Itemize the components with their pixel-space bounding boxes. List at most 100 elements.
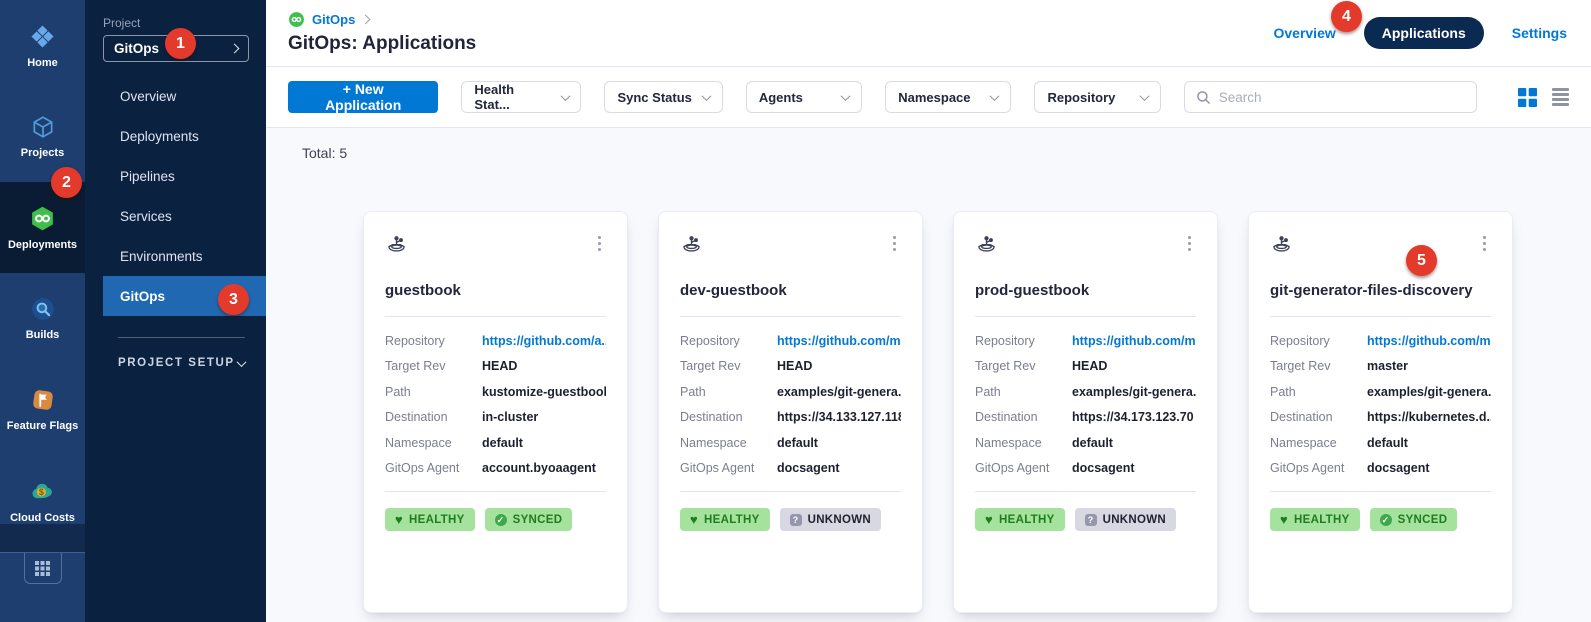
field-value: default — [777, 436, 818, 450]
filter-label: Repository — [1047, 90, 1115, 105]
filter-repository[interactable]: Repository — [1034, 81, 1160, 113]
filter-health-status[interactable]: Health Stat... — [461, 81, 581, 113]
field-label: Namespace — [975, 436, 1072, 450]
cube-icon — [30, 114, 56, 140]
divider — [1270, 491, 1491, 492]
chevron-right-icon — [230, 44, 240, 54]
sidebar-item-pipelines[interactable]: Pipelines — [103, 156, 266, 196]
field-value: examples/git-genera... — [1072, 385, 1196, 399]
field-value: HEAD — [777, 359, 812, 373]
application-icon — [385, 233, 408, 256]
application-name: prod-guestbook — [975, 282, 1196, 299]
tab-settings[interactable]: Settings — [1512, 25, 1567, 41]
field-label: Target Rev — [975, 359, 1072, 373]
sidebar-item-environments[interactable]: Environments — [103, 236, 266, 276]
svg-text:$: $ — [39, 487, 44, 497]
module-label: Deployments — [8, 239, 77, 251]
field-value: HEAD — [482, 359, 517, 373]
tab-applications[interactable]: Applications — [1364, 17, 1484, 49]
card-menu-button[interactable] — [1183, 233, 1196, 254]
heart-icon: ♥ — [395, 513, 403, 526]
application-fields: Repositoryhttps://github.com/a... Target… — [385, 328, 606, 481]
field-label: GitOps Agent — [680, 461, 777, 475]
breadcrumb-gitops-link[interactable]: GitOps — [312, 12, 355, 27]
sidebar-item-overview[interactable]: Overview — [103, 76, 266, 116]
tab-overview[interactable]: Overview — [1273, 25, 1335, 41]
field-value: examples/git-genera... — [777, 385, 901, 399]
project-setup-section[interactable]: PROJECT SETUP — [118, 357, 245, 369]
repository-link[interactable]: https://github.com/m... — [1072, 334, 1196, 348]
application-fields: Repositoryhttps://github.com/m... Target… — [1270, 328, 1491, 481]
gitops-green-icon — [288, 11, 305, 28]
sidebar-divider — [118, 337, 245, 338]
search-box — [1184, 81, 1477, 113]
divider — [680, 316, 901, 317]
divider — [1270, 316, 1491, 317]
module-label: Feature Flags — [7, 420, 79, 432]
new-application-button[interactable]: + New Application — [288, 81, 438, 113]
field-label: Namespace — [680, 436, 777, 450]
module-builds[interactable]: Builds — [0, 273, 85, 364]
annotation-marker-3: 3 — [218, 284, 249, 315]
repository-link[interactable]: https://github.com/m... — [1367, 334, 1491, 348]
total-count: Total: 5 — [302, 145, 347, 161]
question-icon: ? — [790, 514, 802, 526]
card-menu-button[interactable] — [1478, 233, 1491, 254]
field-label: Destination — [680, 410, 777, 424]
application-card-prod-guestbook[interactable]: prod-guestbook Repositoryhttps://github.… — [953, 211, 1218, 613]
application-card-dev-guestbook[interactable]: dev-guestbook Repositoryhttps://github.c… — [658, 211, 923, 613]
filter-label: Health Stat... — [474, 82, 551, 112]
divider — [385, 491, 606, 492]
cloud-dollar-icon: $ — [29, 478, 56, 505]
divider — [680, 491, 901, 492]
card-menu-button[interactable] — [888, 233, 901, 254]
search-input[interactable] — [1219, 90, 1465, 105]
annotation-marker-4: 4 — [1331, 1, 1362, 32]
grid-view-icon[interactable] — [1518, 88, 1537, 107]
field-value: default — [482, 436, 523, 450]
list-view-icon[interactable] — [1552, 88, 1569, 106]
application-card-guestbook[interactable]: guestbook Repositoryhttps://github.com/a… — [363, 211, 628, 613]
filter-agents[interactable]: Agents — [746, 81, 862, 113]
application-name: dev-guestbook — [680, 282, 901, 299]
divider — [975, 316, 1196, 317]
field-label: Path — [975, 385, 1072, 399]
check-icon: ✓ — [1380, 514, 1392, 526]
field-label: GitOps Agent — [975, 461, 1072, 475]
module-label: Cloud Costs — [10, 512, 75, 524]
field-label: Destination — [385, 410, 482, 424]
application-fields: Repositoryhttps://github.com/m... Target… — [975, 328, 1196, 481]
module-label: Home — [27, 57, 58, 69]
chevron-down-icon — [701, 91, 711, 101]
field-value: in-cluster — [482, 410, 538, 424]
repository-link[interactable]: https://github.com/a... — [482, 334, 606, 348]
status-badges: ♥HEALTHY ✓SYNCED — [1270, 508, 1491, 531]
home-diamond-icon — [29, 23, 56, 50]
field-label: GitOps Agent — [1270, 461, 1367, 475]
health-status-badge: ♥HEALTHY — [680, 508, 770, 531]
module-feature-flags[interactable]: Feature Flags — [0, 364, 85, 455]
repository-link[interactable]: https://github.com/m... — [777, 334, 901, 348]
status-badges: ♥HEALTHY ✓SYNCED — [385, 508, 606, 531]
card-menu-button[interactable] — [593, 233, 606, 254]
filter-sync-status[interactable]: Sync Status — [604, 81, 722, 113]
application-card-git-generator-files-discovery[interactable]: git-generator-files-discovery Repository… — [1248, 211, 1513, 613]
sidebar-item-services[interactable]: Services — [103, 196, 266, 236]
heart-icon: ♥ — [1280, 513, 1288, 526]
heart-icon: ♥ — [690, 513, 698, 526]
filter-namespace[interactable]: Namespace — [885, 81, 1011, 113]
field-value: docsagent — [1072, 461, 1135, 475]
flag-icon — [30, 387, 56, 413]
sidebar-item-deployments[interactable]: Deployments — [103, 116, 266, 156]
field-label: Destination — [1270, 410, 1367, 424]
status-badges: ♥HEALTHY ?UNKNOWN — [975, 508, 1196, 531]
module-home[interactable]: Home — [0, 0, 85, 91]
module-picker-button[interactable] — [24, 553, 62, 584]
sync-status-badge: ?UNKNOWN — [1075, 508, 1176, 531]
cd-hexagon-icon — [29, 205, 56, 232]
chevron-down-icon — [237, 357, 247, 367]
health-status-badge: ♥HEALTHY — [975, 508, 1065, 531]
sync-status-badge: ✓SYNCED — [485, 508, 573, 531]
toolbar: + New Application Health Stat... Sync St… — [266, 67, 1591, 128]
status-badges: ♥HEALTHY ?UNKNOWN — [680, 508, 901, 531]
